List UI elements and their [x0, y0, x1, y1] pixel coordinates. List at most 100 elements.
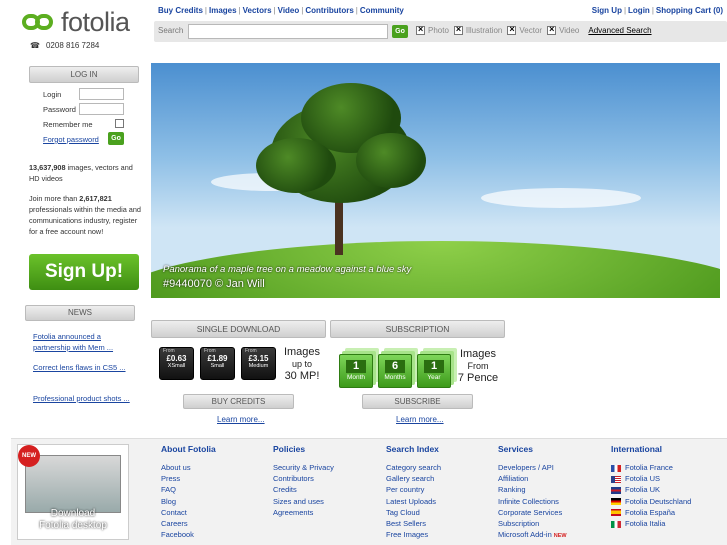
- footer-link[interactable]: Security & Privacy: [273, 462, 334, 473]
- nav-video[interactable]: Video: [278, 6, 300, 15]
- footer-link[interactable]: Press: [161, 473, 216, 484]
- footer-link-france[interactable]: Fotolia France: [611, 462, 691, 473]
- flag-us-icon: [611, 475, 621, 483]
- login-go-button[interactable]: Go: [108, 132, 124, 145]
- hero-caption: Panorama of a maple tree on a meadow aga…: [163, 264, 412, 275]
- footer-link[interactable]: Credits: [273, 484, 334, 495]
- footer-link[interactable]: FAQ: [161, 484, 216, 495]
- flag-spain-icon: [611, 509, 621, 517]
- footer-search-index-column: Search Index Category search Gallery sea…: [386, 444, 441, 540]
- nav-login[interactable]: Login: [628, 6, 650, 15]
- footer-link[interactable]: Category search: [386, 462, 441, 473]
- footer-link[interactable]: Latest Uploads: [386, 496, 441, 507]
- top-nav: Buy Credits | Images | Vectors | Video | Con…: [158, 6, 404, 15]
- footer-link[interactable]: Corporate Services: [498, 507, 567, 518]
- nav-vectors[interactable]: Vectors: [243, 6, 272, 15]
- flag-uk-icon: [611, 486, 621, 494]
- advanced-search-link[interactable]: Advanced Search: [588, 26, 651, 35]
- filter-illustration-checkbox[interactable]: [453, 24, 463, 35]
- footer-link-deutschland[interactable]: Fotolia Deutschland: [611, 496, 691, 507]
- footer-link[interactable]: Contact: [161, 507, 216, 518]
- new-badge: NEW: [18, 445, 40, 467]
- news-item[interactable]: Professional product shots ...: [33, 393, 133, 404]
- sign-up-button[interactable]: Sign Up!: [29, 254, 139, 290]
- subscribe-button[interactable]: SUBSCRIBE: [362, 394, 473, 409]
- footer-link[interactable]: Blog: [161, 496, 216, 507]
- news-item[interactable]: Correct lens flaws in CS5 ...: [33, 362, 133, 373]
- nav-contributors[interactable]: Contributors: [305, 6, 353, 15]
- footer-link[interactable]: Affiliation: [498, 473, 567, 484]
- phone-icon: ☎: [30, 41, 40, 50]
- filter-photo[interactable]: Photo: [416, 24, 449, 35]
- footer-link[interactable]: Careers: [161, 518, 216, 529]
- login-field[interactable]: [79, 88, 124, 100]
- hero-credit: #9440070 © Jan Will: [163, 278, 265, 290]
- footer-link-uk[interactable]: Fotolia UK: [611, 484, 691, 495]
- footer-link[interactable]: Developers / API: [498, 462, 567, 473]
- filter-video-checkbox[interactable]: [547, 24, 557, 35]
- footer-link[interactable]: Sizes and uses: [273, 496, 334, 507]
- search-input[interactable]: [188, 24, 388, 39]
- filter-photo-checkbox[interactable]: [416, 24, 425, 35]
- subscription-tile-6-months[interactable]: 6 Months: [378, 354, 412, 388]
- new-badge: NEW: [553, 533, 567, 540]
- footer-link[interactable]: Ranking: [498, 484, 567, 495]
- footer-link[interactable]: About us: [161, 462, 216, 473]
- footer-link[interactable]: Facebook: [161, 529, 216, 540]
- footer-link[interactable]: Per country: [386, 484, 441, 495]
- news-item[interactable]: Fotolia announced a partnership with Mem…: [33, 331, 133, 353]
- phone-text: 0208 816 7284: [45, 41, 100, 50]
- filter-video[interactable]: Video: [547, 24, 579, 35]
- filter-vector-checkbox[interactable]: [507, 24, 517, 35]
- forgot-password-link[interactable]: Forgot password: [43, 135, 99, 144]
- desktop-app-screenshot: [25, 455, 121, 513]
- footer-link-microsoft-addin[interactable]: Microsoft Add-in NEW: [498, 529, 567, 542]
- buy-credits-button[interactable]: BUY CREDITS: [183, 394, 294, 409]
- desktop-download-promo[interactable]: NEW Download Fotolia desktop: [17, 444, 129, 540]
- subscription-tile-1-month[interactable]: 1 Month: [339, 354, 373, 388]
- password-field[interactable]: [79, 103, 124, 115]
- subscription-learn-more-link[interactable]: Learn more...: [396, 415, 444, 424]
- credit-tile-small[interactable]: From £1.89 Small: [200, 347, 235, 380]
- hero-image[interactable]: [151, 63, 720, 298]
- search-filters: Photo Illustration Vector Video Advanced…: [416, 24, 652, 35]
- footer-link-us[interactable]: Fotolia US: [611, 473, 691, 484]
- credit-tile-xsmall[interactable]: From £0.63 XSmall: [159, 347, 194, 380]
- nav-images[interactable]: Images: [209, 6, 237, 15]
- filter-illustration[interactable]: Illustration: [453, 24, 502, 35]
- footer-link[interactable]: Best Sellers: [386, 518, 441, 529]
- stats-count-line: 13,637,908 images, vectors and HD videos: [29, 163, 133, 183]
- fotolia-logo[interactable]: fotolia: [22, 7, 130, 37]
- footer-link[interactable]: Tag Cloud: [386, 507, 441, 518]
- nav-community[interactable]: Community: [360, 6, 404, 15]
- footer-link[interactable]: Gallery search: [386, 473, 441, 484]
- filter-vector[interactable]: Vector: [507, 24, 542, 35]
- footer-heading: Services: [498, 444, 533, 454]
- footer-heading: Policies: [273, 444, 306, 454]
- site-stats: 13,637,908 images, vectors and HD videos…: [29, 162, 141, 237]
- remember-me-label: Remember me: [43, 120, 93, 129]
- footer-link[interactable]: Infinite Collections: [498, 496, 567, 507]
- logo-text: fotolia: [61, 7, 130, 37]
- credit-tile-medium[interactable]: From £3.15 Medium: [241, 347, 276, 380]
- promo-line-2: Fotolia desktop: [39, 520, 107, 531]
- footer-link[interactable]: Subscription: [498, 518, 567, 529]
- subscription-tile-1-year[interactable]: 1 Year: [417, 354, 451, 388]
- footer-link-italia[interactable]: Fotolia Italia: [611, 518, 691, 529]
- footer-link-espana[interactable]: Fotolia España: [611, 507, 691, 518]
- remember-me-checkbox[interactable]: [115, 119, 124, 128]
- search-go-button[interactable]: Go: [392, 25, 408, 38]
- footer-international-column: International Fotolia France Fotolia US …: [611, 444, 691, 529]
- footer-heading: About Fotolia: [161, 444, 216, 454]
- password-label: Password: [43, 105, 76, 114]
- footer-link[interactable]: Agreements: [273, 507, 334, 518]
- footer-link[interactable]: Contributors: [273, 473, 334, 484]
- nav-buy-credits[interactable]: Buy Credits: [158, 6, 203, 15]
- login-header: LOG IN: [29, 66, 139, 83]
- flag-italy-icon: [611, 520, 621, 528]
- nav-sign-up[interactable]: Sign Up: [592, 6, 622, 15]
- stats-join-line: Join more than 2,617,821 professionals w…: [29, 194, 141, 236]
- footer-link[interactable]: Free Images: [386, 529, 441, 540]
- single-learn-more-link[interactable]: Learn more...: [217, 415, 265, 424]
- nav-shopping-cart[interactable]: Shopping Cart (0): [656, 6, 723, 15]
